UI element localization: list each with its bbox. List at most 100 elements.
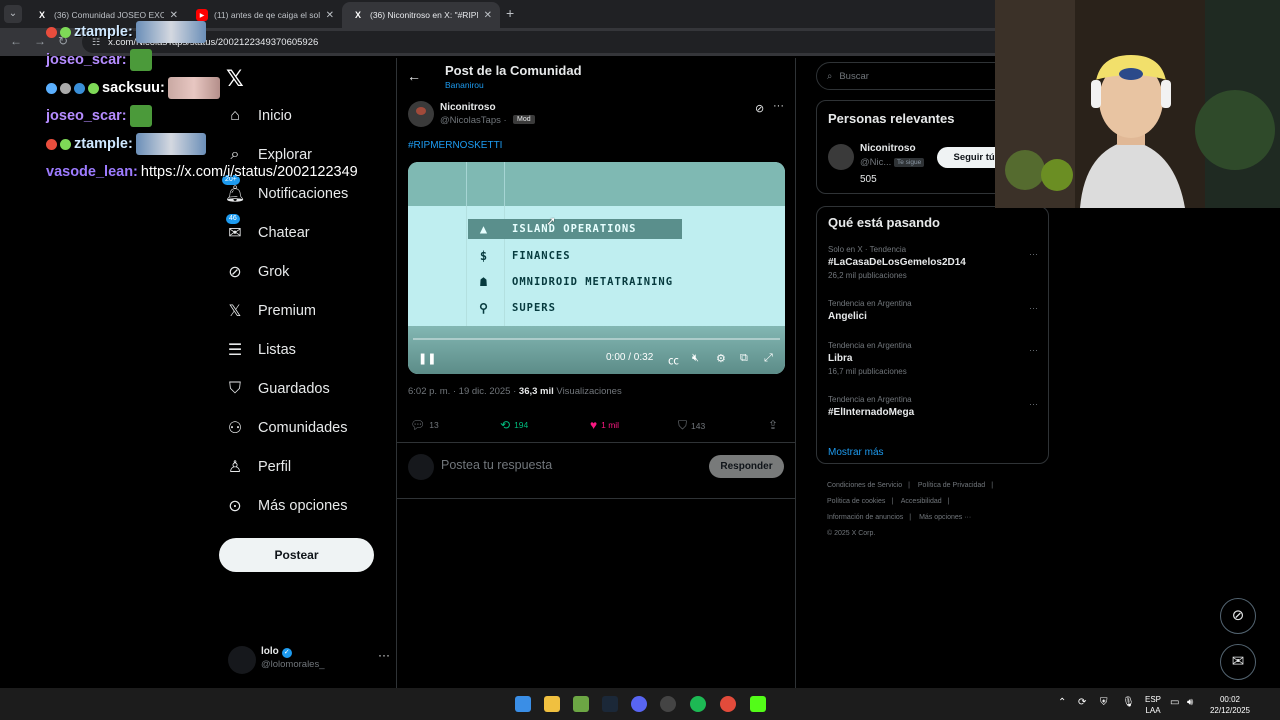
trend-context: Tendencia en Argentina bbox=[828, 395, 912, 404]
language-indicator[interactable]: ESP LAA bbox=[1142, 694, 1164, 716]
chrome-icon[interactable] bbox=[720, 696, 736, 712]
trend-context: Tendencia en Argentina bbox=[828, 341, 912, 350]
nav-item-premium[interactable]: 𝕏 Premium bbox=[226, 296, 316, 326]
video-controls-bar bbox=[408, 326, 785, 374]
trend-item[interactable]: Tendencia en Argentina Libra 16,7 mil pu… bbox=[828, 341, 1038, 376]
more-icon[interactable]: ··· bbox=[378, 648, 390, 662]
chat-username: joseo_scar: bbox=[46, 52, 127, 68]
new-tab-icon[interactable]: + bbox=[506, 5, 514, 21]
person-handle: @Nic... bbox=[860, 157, 892, 168]
messages-fab-icon[interactable]: ✉ bbox=[1220, 644, 1256, 680]
footer-link[interactable]: Más opciones ··· bbox=[919, 514, 971, 521]
spotify-icon[interactable] bbox=[690, 696, 706, 712]
volume-icon[interactable]: 🔊︎ bbox=[1187, 697, 1193, 708]
trend-item[interactable]: Solo en X · Tendencia #LaCasaDeLosGemelo… bbox=[828, 245, 1038, 280]
hashtag-link[interactable]: #RIPMERNOSKETTI bbox=[408, 140, 502, 151]
nav-label: Notificaciones bbox=[258, 186, 349, 202]
more-icon[interactable]: ··· bbox=[1029, 345, 1038, 355]
person-name[interactable]: Niconitroso bbox=[860, 143, 916, 154]
menu-label: FINANCES bbox=[512, 250, 571, 262]
page-title: Post de la Comunidad bbox=[445, 63, 582, 78]
pip-icon[interactable]: ⧉ bbox=[740, 352, 748, 365]
bookmark-button[interactable]: ⛉ 143 bbox=[678, 418, 705, 433]
badge-icon bbox=[60, 138, 71, 150]
avatar[interactable] bbox=[408, 101, 434, 127]
reply-input[interactable]: Postea tu respuesta bbox=[441, 458, 552, 472]
discord-icon[interactable] bbox=[631, 696, 647, 712]
footer-link[interactable]: Condiciones de Servicio bbox=[827, 482, 902, 489]
chevron-up-icon[interactable]: ⌃ bbox=[1058, 697, 1066, 708]
footer-link[interactable]: Accesibilidad bbox=[901, 498, 942, 505]
trend-name: #LaCasaDeLosGemelos2D14 bbox=[828, 257, 966, 268]
video-progress-bar[interactable] bbox=[413, 338, 780, 340]
tab-search-button[interactable]: ⌄ bbox=[4, 5, 22, 23]
clock[interactable]: 00:02 22/12/2025 bbox=[1206, 694, 1254, 716]
emote-icon bbox=[135, 21, 206, 43]
more-icon[interactable]: ··· bbox=[1029, 249, 1038, 259]
footer-separator: | bbox=[991, 482, 994, 489]
app-icon[interactable] bbox=[573, 696, 589, 712]
trend-item[interactable]: Tendencia en Argentina #ElInternadoMega … bbox=[828, 395, 1038, 418]
bookmark-icon: ⛉ bbox=[228, 380, 241, 397]
footer-link[interactable]: Política de Privacidad bbox=[918, 482, 985, 489]
trend-item[interactable]: Tendencia en Argentina Angelici ··· bbox=[828, 299, 1038, 322]
security-icon[interactable]: ⛨ bbox=[1100, 697, 1108, 708]
windows-start-icon[interactable] bbox=[515, 696, 531, 712]
captions-icon[interactable]: ㏄ bbox=[668, 352, 679, 368]
sync-icon[interactable]: ⟳ bbox=[1078, 697, 1086, 708]
grok-icon[interactable]: ⊘ bbox=[755, 102, 764, 115]
mic-icon[interactable]: 🎙︎ bbox=[1122, 697, 1135, 708]
forward-icon[interactable]: → bbox=[34, 34, 46, 48]
nav-item-more[interactable]: ⊙ Más opciones bbox=[226, 491, 347, 521]
monitor-icon[interactable]: ▭ bbox=[1170, 697, 1179, 708]
trend-context: Tendencia en Argentina bbox=[828, 299, 912, 308]
back-arrow-icon[interactable]: ← bbox=[407, 68, 421, 84]
account-switcher[interactable]: lolo ✓ @lolomorales_ ··· bbox=[228, 644, 390, 678]
back-icon[interactable]: ← bbox=[10, 34, 22, 48]
more-icon[interactable]: ··· bbox=[1029, 303, 1038, 313]
badge-icon bbox=[60, 82, 71, 94]
avatar[interactable] bbox=[828, 144, 854, 170]
like-button[interactable]: ♥ 1 mil bbox=[590, 418, 619, 432]
repost-button[interactable]: ⟲ 194 bbox=[500, 418, 528, 432]
show-more-link[interactable]: Mostrar más bbox=[828, 447, 884, 458]
obs-icon[interactable] bbox=[660, 696, 676, 712]
nav-item-communities[interactable]: ⚇ Comunidades bbox=[226, 413, 348, 443]
more-icon[interactable]: ··· bbox=[1029, 399, 1038, 409]
fullscreen-icon[interactable]: ⤢ bbox=[764, 352, 773, 365]
community-link[interactable]: Bananirou bbox=[445, 80, 484, 90]
nav-item-grok[interactable]: ⊘ Grok bbox=[226, 257, 289, 287]
video-player[interactable]: ▲ ISLAND OPERATIONS $ FINANCES ☗ OMNIDRO… bbox=[408, 162, 785, 374]
settings-icon[interactable]: ⚙ bbox=[716, 352, 726, 365]
more-icon[interactable]: ··· bbox=[773, 100, 784, 112]
divider bbox=[397, 442, 795, 443]
reply-submit-button[interactable]: Responder bbox=[709, 455, 784, 478]
file-explorer-icon[interactable] bbox=[544, 696, 560, 712]
nav-label: Comunidades bbox=[258, 420, 348, 436]
nav-item-lists[interactable]: ☰ Listas bbox=[226, 335, 296, 365]
grok-fab-icon[interactable]: ⊘ bbox=[1220, 598, 1256, 634]
nav-item-chat[interactable]: ✉ 46 Chatear bbox=[226, 214, 310, 248]
reply-button[interactable]: 💬︎ 13 bbox=[410, 418, 439, 432]
footer-link[interactable]: Política de cookies bbox=[827, 498, 885, 505]
tab-close-icon[interactable]: ✕ bbox=[484, 10, 492, 21]
webcam-image bbox=[995, 0, 1280, 208]
heart-icon: ♥ bbox=[590, 418, 598, 432]
pause-icon[interactable]: ❚❚ bbox=[418, 352, 436, 365]
author-name[interactable]: Niconitroso bbox=[440, 102, 496, 113]
nav-label: Premium bbox=[258, 303, 317, 319]
steam-icon[interactable] bbox=[602, 696, 618, 712]
clock-time: 00:02 bbox=[1219, 695, 1241, 704]
nav-label: Perfil bbox=[258, 459, 292, 475]
post-button[interactable]: Postear bbox=[219, 538, 374, 572]
author-handle[interactable]: @NicolasTaps · bbox=[440, 115, 507, 126]
nav-item-profile[interactable]: ♙ Perfil bbox=[226, 452, 291, 482]
menu-label: SUPERS bbox=[512, 302, 556, 314]
footer-link[interactable]: Información de anuncios bbox=[827, 514, 903, 521]
account-handle: @lolomorales_ bbox=[261, 659, 325, 670]
nav-label: Chatear bbox=[258, 225, 310, 241]
nav-item-bookmarks[interactable]: ⛉ Guardados bbox=[226, 374, 330, 404]
kick-icon[interactable] bbox=[750, 696, 766, 712]
share-button[interactable]: ⇪ bbox=[768, 418, 778, 432]
mute-icon[interactable]: 🔇︎ bbox=[692, 352, 699, 365]
